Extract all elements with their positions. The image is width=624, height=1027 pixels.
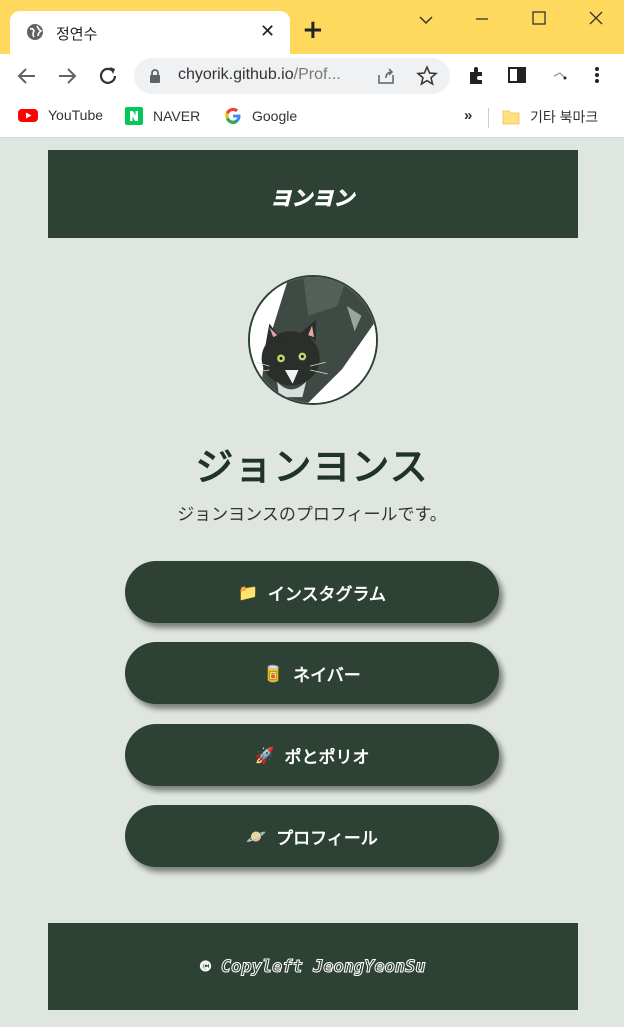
side-panel-icon[interactable] (506, 64, 528, 86)
link-label: ネイバー (293, 665, 361, 686)
chevron-down-icon[interactable] (416, 10, 436, 30)
link-label: プロフィール (276, 828, 378, 849)
bookmark-label: Google (252, 108, 298, 124)
bookmark-naver[interactable]: NAVER (125, 107, 200, 125)
planet-icon: 🪐 (246, 826, 267, 846)
share-icon[interactable] (376, 66, 396, 86)
forward-arrow-icon[interactable] (55, 64, 79, 88)
rocket-icon: 🚀 (254, 745, 275, 765)
google-icon (225, 107, 241, 124)
bookmark-label: NAVER (153, 108, 201, 124)
link-label: インスタグラム (267, 584, 387, 605)
new-tab-icon[interactable]: + (302, 17, 324, 43)
header-title: ヨンヨン (271, 186, 355, 211)
bookmarks-bar: YouTube NAVER Google » 기타 북마크 (0, 98, 624, 138)
browser-tab[interactable]: 정연수 ✕ (10, 11, 290, 54)
extensions-icon[interactable] (466, 64, 488, 86)
can-icon: 🥫 (263, 663, 284, 683)
cat-avatar-icon (250, 277, 376, 403)
back-arrow-icon[interactable] (15, 64, 39, 88)
bookmark-youtube[interactable]: YouTube (18, 107, 103, 123)
youtube-icon (18, 109, 38, 122)
other-bookmarks-label: 기타 북마크 (530, 109, 599, 125)
site-footer: © Copyleft JeongYeonSu (48, 923, 578, 1010)
folder-icon: 📁 (237, 582, 258, 602)
profile-link-button[interactable]: 🪐 プロフィール (125, 805, 499, 867)
close-icon[interactable]: ✕ (260, 21, 275, 42)
other-bookmarks-folder[interactable]: 기타 북마크 (502, 107, 598, 127)
minimize-icon[interactable] (472, 8, 492, 28)
overflow-label: » (464, 107, 473, 124)
window-close-icon[interactable] (586, 8, 606, 28)
naver-link-button[interactable]: 🥫 ネイバー (125, 642, 499, 704)
lock-icon[interactable] (148, 68, 162, 84)
profile-avatar-icon[interactable] (548, 64, 570, 86)
naver-icon (125, 107, 143, 125)
instagram-link-button[interactable]: 📁 インスタグラム (125, 561, 499, 623)
url-text[interactable]: chyorik.github.io/Prof... (178, 66, 341, 84)
bookmark-google[interactable]: Google (224, 107, 297, 125)
reload-icon[interactable] (96, 64, 120, 88)
tab-title: 정연수 (56, 25, 98, 43)
profile-description: ジョンヨンスのプロフィールです。 (177, 505, 447, 525)
maximize-icon[interactable] (529, 8, 549, 28)
copyright-text: © Copyleft JeongYeonSu (200, 957, 426, 978)
avatar (248, 275, 378, 405)
profile-name: ジョンヨンス (195, 445, 429, 489)
folder-icon (502, 110, 520, 125)
bookmark-divider (488, 108, 489, 128)
link-label: ポとポリオ (284, 747, 370, 768)
browser-tab-bar: 정연수 ✕ + (0, 0, 624, 54)
globe-icon (27, 24, 43, 40)
star-icon[interactable] (416, 65, 438, 87)
site-header: ヨンヨン (48, 150, 578, 238)
portfolio-link-button[interactable]: 🚀 ポとポリオ (125, 724, 499, 786)
more-menu-icon[interactable] (586, 64, 608, 86)
browser-toolbar: chyorik.github.io/Prof... (0, 54, 624, 98)
bookmark-label: YouTube (48, 107, 104, 123)
address-bar[interactable]: chyorik.github.io/Prof... (134, 58, 450, 94)
bookmarks-overflow-button[interactable]: » (464, 107, 472, 124)
